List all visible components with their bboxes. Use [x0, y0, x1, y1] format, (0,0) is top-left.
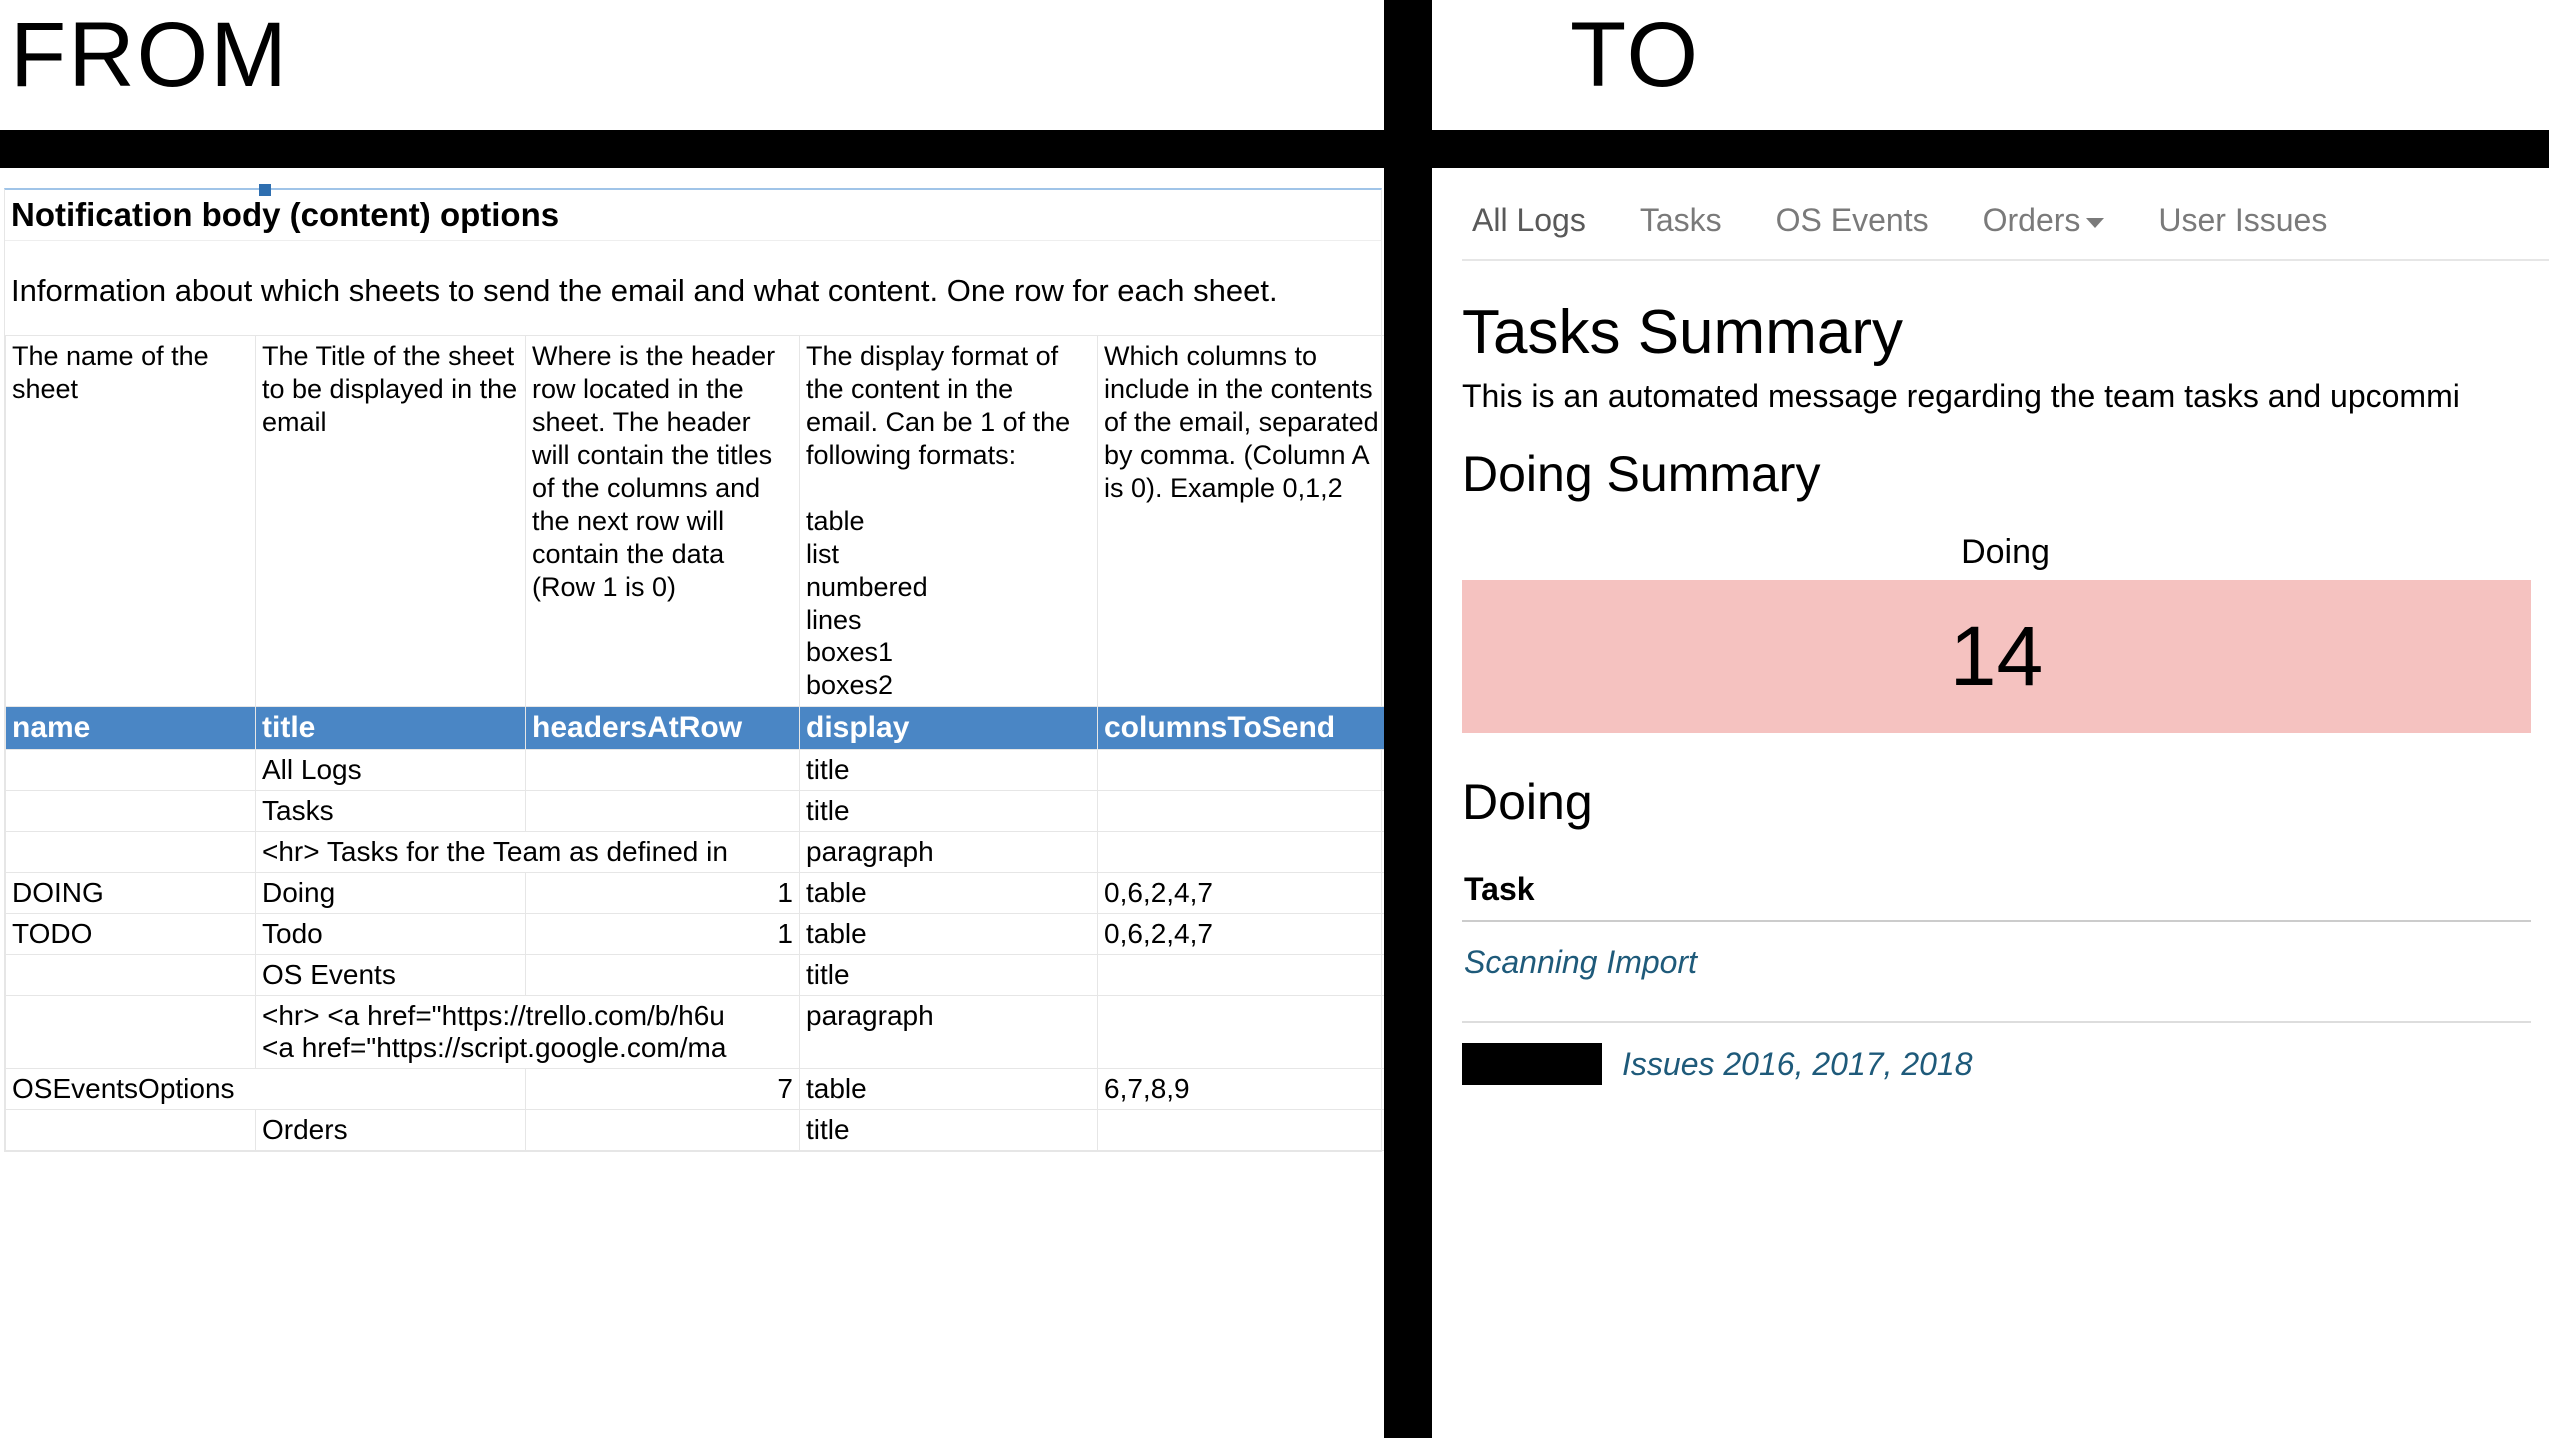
table-cell[interactable]	[1098, 832, 1385, 873]
table-cell[interactable]: paragraph	[800, 832, 1098, 873]
table-row: <hr> Tasks for the Team as defined inpar…	[6, 832, 1385, 873]
table-cell[interactable]: Todo	[256, 914, 526, 955]
from-label: FROM	[0, 0, 1400, 130]
table-cell[interactable]: DOING	[6, 873, 256, 914]
table-cell[interactable]: title	[800, 791, 1098, 832]
table-cell[interactable]: All Logs	[256, 750, 526, 791]
column-header: headersAtRow	[526, 707, 800, 750]
to-panel: All LogsTasksOS EventsOrdersUser Issues …	[1432, 168, 2549, 1438]
doing-heading: Doing	[1462, 773, 2549, 831]
page-subtext: This is an automated message regarding t…	[1462, 378, 2549, 415]
table-row: DOINGDoing1table0,6,2,4,7	[6, 873, 1385, 914]
table-cell[interactable]	[526, 1110, 800, 1151]
table-cell[interactable]: title	[800, 1110, 1098, 1151]
tab-all-logs[interactable]: All Logs	[1472, 202, 1586, 239]
table-cell[interactable]: paragraph	[800, 996, 1098, 1069]
table-cell[interactable]: 0,6,2,4,7	[1098, 914, 1385, 955]
column-header: title	[256, 707, 526, 750]
table-row: OSEventsOptions7table6,7,8,9	[6, 1069, 1385, 1110]
table-cell[interactable]: 0,6,2,4,7	[1098, 873, 1385, 914]
table-row: <hr> <a href="https://trello.com/b/h6u <…	[6, 996, 1385, 1069]
table-row: Tasks title	[6, 791, 1385, 832]
table-cell[interactable]: 1	[526, 873, 800, 914]
redacted-block	[1462, 1043, 1602, 1085]
task-item: Scanning Import	[1462, 922, 2531, 1023]
table-cell[interactable]: title	[800, 750, 1098, 791]
page-title: Tasks Summary	[1462, 297, 2549, 368]
horizontal-divider	[0, 130, 2549, 168]
column-description: Where is the header row located in the s…	[526, 336, 800, 707]
table-cell[interactable]	[1098, 955, 1385, 996]
table-cell[interactable]	[6, 955, 256, 996]
table-cell[interactable]: table	[800, 914, 1098, 955]
table-cell[interactable]: Doing	[256, 873, 526, 914]
table-cell[interactable]: OS Events	[256, 955, 526, 996]
table-cell[interactable]	[6, 1110, 256, 1151]
table-cell[interactable]	[1098, 1110, 1385, 1151]
table-cell[interactable]: Orders	[256, 1110, 526, 1151]
table-row: TODOTodo1table0,6,2,4,7	[6, 914, 1385, 955]
table-cell[interactable]	[6, 750, 256, 791]
table-cell[interactable]: 7	[526, 1069, 800, 1110]
table-row: All Logs title	[6, 750, 1385, 791]
column-description: Which columns to include in the contents…	[1098, 336, 1385, 707]
table-cell[interactable]	[6, 832, 256, 873]
column-description: The name of the sheet	[6, 336, 256, 707]
table-cell[interactable]	[1098, 996, 1385, 1069]
table-cell[interactable]: <hr> Tasks for the Team as defined in	[256, 832, 800, 873]
table-cell[interactable]	[1098, 791, 1385, 832]
table-cell[interactable]	[526, 955, 800, 996]
cell-handle-icon	[259, 184, 271, 196]
table-cell[interactable]	[526, 791, 800, 832]
column-header: columnsToSend	[1098, 707, 1385, 750]
table-cell[interactable]: 1	[526, 914, 800, 955]
table-cell[interactable]: Tasks	[256, 791, 526, 832]
doing-summary-heading: Doing Summary	[1462, 445, 2549, 503]
task-column-header: Task	[1462, 861, 2531, 922]
config-table: The name of the sheetThe Title of the sh…	[5, 335, 1384, 1151]
column-header: display	[800, 707, 1098, 750]
caret-down-icon	[2086, 218, 2104, 228]
column-description: The display format of the content in the…	[800, 336, 1098, 707]
tab-tasks[interactable]: Tasks	[1640, 202, 1722, 239]
tab-os-events[interactable]: OS Events	[1776, 202, 1929, 239]
stat-box: 14	[1462, 580, 2531, 733]
table-cell[interactable]: title	[800, 955, 1098, 996]
from-panel: Notification body (content) options Info…	[0, 168, 1384, 1438]
column-header: name	[6, 707, 256, 750]
vertical-divider	[1384, 0, 1432, 1438]
table-cell[interactable]	[1098, 750, 1385, 791]
table-cell[interactable]	[6, 996, 256, 1069]
table-cell[interactable]: table	[800, 873, 1098, 914]
table-cell[interactable]: TODO	[6, 914, 256, 955]
column-description: The Title of the sheet to be displayed i…	[256, 336, 526, 707]
table-cell[interactable]	[526, 750, 800, 791]
tab-user-issues[interactable]: User Issues	[2158, 202, 2327, 239]
left-section-description: Information about which sheets to send t…	[5, 241, 1381, 335]
nav-tabs: All Logs Tasks OS Events Orders User Issues	[1462, 168, 2549, 261]
left-section-title: Notification body (content) options	[5, 190, 1381, 241]
to-label: TO	[1400, 0, 2549, 130]
table-cell[interactable]	[6, 791, 256, 832]
table-cell[interactable]: table	[800, 1069, 1098, 1110]
stat-label: Doing	[1462, 533, 2549, 572]
tab-orders[interactable]: Orders	[1983, 202, 2105, 239]
issues-link[interactable]: Issues 2016, 2017, 2018	[1622, 1046, 1973, 1083]
table-row: OS Events title	[6, 955, 1385, 996]
table-cell[interactable]: OSEventsOptions	[6, 1069, 526, 1110]
table-cell[interactable]: <hr> <a href="https://trello.com/b/h6u <…	[256, 996, 800, 1069]
table-row: Orders title	[6, 1110, 1385, 1151]
table-cell[interactable]: 6,7,8,9	[1098, 1069, 1385, 1110]
